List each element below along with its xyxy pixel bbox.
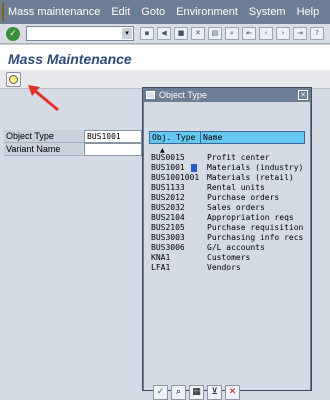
menu-environment[interactable]: Environment <box>176 6 238 18</box>
table-row[interactable]: BUS2012 Purchase orders <box>149 193 305 203</box>
cell-name: Profit center <box>207 153 270 162</box>
save-icon[interactable]: ▪ <box>140 27 154 40</box>
menu-edit[interactable]: Edit <box>111 6 130 18</box>
popup-title-bar: Object Type ✕ <box>143 88 311 102</box>
object-type-field[interactable]: BUS1001 <box>84 130 142 143</box>
menu-mass-maintenance[interactable]: Mass maintenance <box>8 6 100 18</box>
menu-help[interactable]: Help <box>297 6 320 18</box>
cell-name: Purchase requisition <box>207 223 304 232</box>
page-title: Mass Maintenance <box>8 51 132 67</box>
close-icon[interactable]: ✕ <box>298 90 308 100</box>
prev-page-icon[interactable]: ‹ <box>259 27 273 40</box>
object-type-popup: Object Type ✕ Obj. Type Name ▲ BUS0015 Pr… <box>142 87 312 400</box>
cell-obj-type: BUS2012 <box>151 193 185 202</box>
cell-name: Customers <box>207 253 251 262</box>
popup-title: Object Type <box>159 90 207 100</box>
table-row[interactable]: BUS2105 Purchase requisition <box>149 223 305 233</box>
window-icon <box>146 91 155 99</box>
cell-obj-type: BUS1001001 <box>151 173 200 182</box>
variant-name-field[interactable] <box>84 143 142 156</box>
find-icon[interactable]: ⌕ <box>225 27 239 40</box>
object-type-label: Object Type <box>4 130 84 143</box>
last-page-icon[interactable]: ⇥ <box>293 27 307 40</box>
cell-name: Appropriation reqs <box>207 213 294 222</box>
back-icon[interactable]: ◀ <box>157 27 171 40</box>
sap-window: Mass maintenance Edit Goto Environment S… <box>0 0 330 400</box>
table-row[interactable]: BUS0015 Profit center <box>149 153 305 163</box>
exit-icon[interactable]: ■ <box>174 27 188 40</box>
cell-obj-type: BUS3003 <box>151 233 185 242</box>
confirm-icon[interactable]: ✓ <box>153 384 168 400</box>
command-dropdown-icon[interactable]: ▾ <box>122 28 132 39</box>
first-page-icon[interactable]: ⇤ <box>242 27 256 40</box>
cell-obj-type: BUS1133 <box>151 183 185 192</box>
cell-obj-type: BUS2104 <box>151 213 185 222</box>
menu-goto[interactable]: Goto <box>141 6 165 18</box>
cell-obj-type: BUS2105 <box>151 223 185 232</box>
find-icon[interactable]: ⌕ <box>171 384 186 400</box>
cell-name: Materials (industry) <box>207 163 304 172</box>
execute-icon <box>9 75 18 84</box>
cell-name: Rental units <box>207 183 265 192</box>
cell-name: Vendors <box>207 263 241 272</box>
command-field[interactable]: ▾ <box>26 26 134 41</box>
table-row[interactable]: BUS3006 G/L accounts <box>149 243 305 253</box>
red-arrow-annotation <box>28 85 59 112</box>
cancel-icon[interactable]: ✕ <box>191 27 205 40</box>
popup-body: Obj. Type Name ▲ BUS0015 Profit center BU… <box>144 102 310 400</box>
variant-name-label: Variant Name <box>4 143 84 156</box>
ok-icon[interactable]: ✓ <box>6 26 20 41</box>
table-row[interactable]: BUS1001001 Materials (retail) <box>149 173 305 183</box>
popup-footer-toolbar: ✓ ⌕ ▦ ⊻ ✕ <box>144 382 243 402</box>
next-page-icon[interactable]: › <box>276 27 290 40</box>
text-cursor <box>191 164 197 172</box>
table-row[interactable]: KNA1 Customers <box>149 253 305 263</box>
menu-system[interactable]: System <box>249 6 286 18</box>
cell-obj-type: LFA1 <box>151 263 171 272</box>
print-icon[interactable]: ▤ <box>208 27 222 40</box>
cell-obj-type: BUS2032 <box>151 203 185 212</box>
cell-name: Purchasing info recs <box>207 233 304 242</box>
menu-bar: Mass maintenance Edit Goto Environment S… <box>0 0 330 24</box>
filter-icon[interactable]: ⊻ <box>207 384 222 400</box>
standard-toolbar: ✓ ▾ ▪ ◀ ■ ✕ ▤ ⌕ ⇤ ‹ › ⇥ ? <box>0 24 330 44</box>
title-bar: Mass Maintenance <box>0 45 330 70</box>
cell-obj-type: KNA1 <box>151 253 171 262</box>
table-header: Obj. Type Name <box>149 131 305 145</box>
cell-obj-type: BUS0015 <box>151 153 185 162</box>
settings-icon[interactable]: ▦ <box>189 384 204 400</box>
cell-name: Purchase orders <box>207 193 280 202</box>
table-row[interactable]: BUS1001 Materials (industry) <box>149 163 305 173</box>
cell-obj-type: BUS1001 <box>149 163 201 173</box>
table-row[interactable]: BUS3003 Purchasing info recs <box>149 233 305 243</box>
cell-name: G/L accounts <box>207 243 265 252</box>
sap-menu-icon[interactable] <box>2 3 4 21</box>
object-type-list: BUS0015 Profit center BUS1001 Materials (i… <box>149 153 305 273</box>
cell-name: Materials (retail) <box>207 173 294 182</box>
table-row[interactable]: BUS2032 Sales orders <box>149 203 305 213</box>
table-row[interactable]: LFA1 Vendors <box>149 263 305 273</box>
column-name[interactable]: Name <box>201 131 305 144</box>
help-icon[interactable]: ? <box>310 27 324 40</box>
table-row[interactable]: BUS1133 Rental units <box>149 183 305 193</box>
cancel-icon[interactable]: ✕ <box>225 384 240 400</box>
cell-obj-type-text: BUS1001 <box>151 163 185 172</box>
cell-name: Sales orders <box>207 203 265 212</box>
column-obj-type[interactable]: Obj. Type <box>149 131 201 144</box>
table-row[interactable]: BUS2104 Appropriation reqs <box>149 213 305 223</box>
cell-obj-type: BUS3006 <box>151 243 185 252</box>
